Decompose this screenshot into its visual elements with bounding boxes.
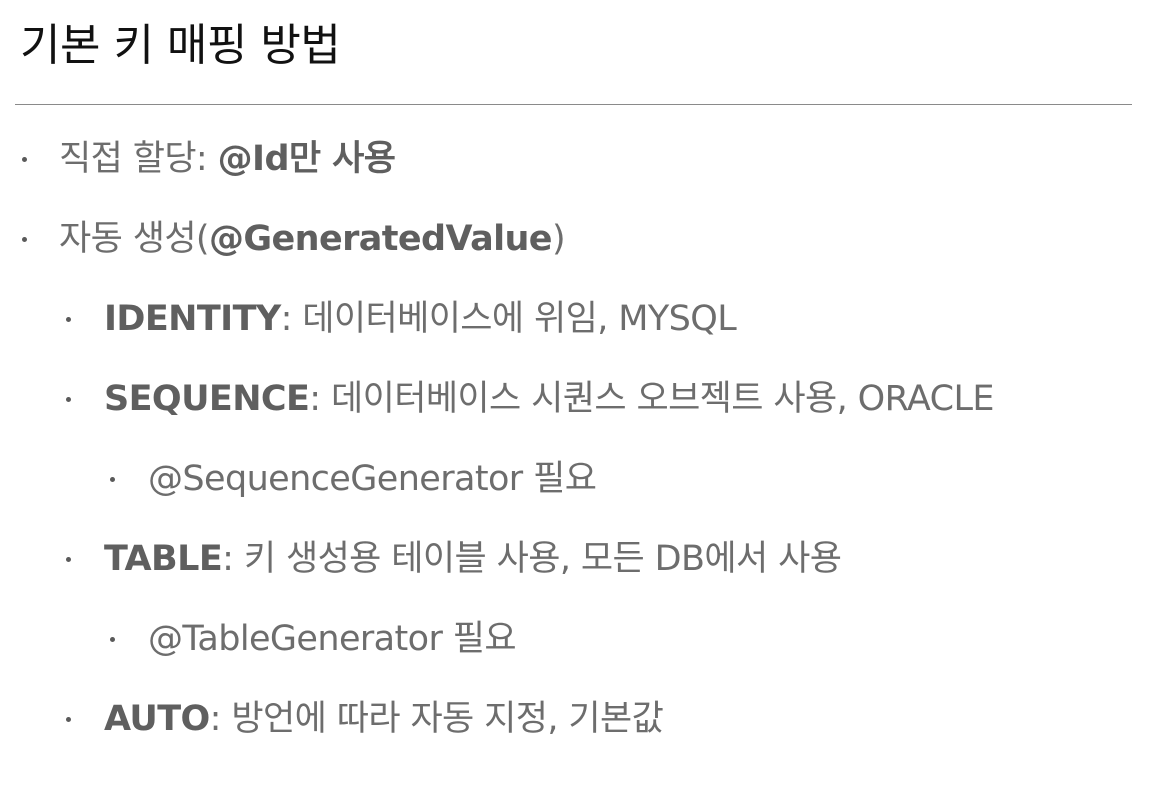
bullet-dot-icon xyxy=(22,157,27,162)
bullet-dot-icon xyxy=(66,317,71,322)
bullet-description: : 데이터베이스에 위임, MYSQL xyxy=(280,299,737,339)
bullet-dot-icon xyxy=(66,557,71,562)
bullet-text: @SequenceGenerator 필요 xyxy=(148,459,597,499)
bullet-text: SEQUENCE: 데이터베이스 시퀀스 오브젝트 사용, ORACLE xyxy=(104,374,994,424)
bullet-dot-icon xyxy=(110,477,115,482)
bullet-suffix: ) xyxy=(551,219,566,259)
bullet-dot-icon xyxy=(66,397,71,402)
bullet-label: 자동 생성( xyxy=(59,219,210,259)
bullet-bold-term: @GeneratedValue xyxy=(208,219,553,259)
bullet-description: : 데이터베이스 시퀀스 오브젝트 사용, ORACLE xyxy=(309,379,994,419)
bullet-description: : 키 생성용 테이블 사용, 모든 DB에서 사용 xyxy=(222,539,842,579)
bullet-description: : 방언에 따라 자동 지정, 기본값 xyxy=(209,699,664,739)
bullet-text: IDENTITY: 데이터베이스에 위임, MYSQL xyxy=(104,294,737,344)
bullet-dot-icon xyxy=(110,637,115,642)
bullet-dot-icon xyxy=(22,237,27,242)
bullet-text: 자동 생성(@GeneratedValue) xyxy=(59,214,566,264)
bullet-text: @TableGenerator 필요 xyxy=(148,619,517,659)
bullet-bold-term: SEQUENCE xyxy=(104,379,310,419)
bullet-bold-term: @Id만 사용 xyxy=(217,139,396,179)
bullet-bold-term: AUTO xyxy=(104,699,210,739)
slide-title: 기본 키 매핑 방법 xyxy=(20,20,341,71)
bullet-label: 직접 할당: xyxy=(59,139,218,179)
bullet-text: 직접 할당: @Id만 사용 xyxy=(59,134,396,184)
bullet-bold-term: TABLE xyxy=(104,539,223,579)
bullet-bold-term: IDENTITY xyxy=(104,299,281,339)
bullet-text: AUTO: 방언에 따라 자동 지정, 기본값 xyxy=(104,694,664,744)
bullet-text: TABLE: 키 생성용 테이블 사용, 모든 DB에서 사용 xyxy=(104,534,842,584)
title-divider xyxy=(15,104,1132,105)
bullet-dot-icon xyxy=(66,717,71,722)
